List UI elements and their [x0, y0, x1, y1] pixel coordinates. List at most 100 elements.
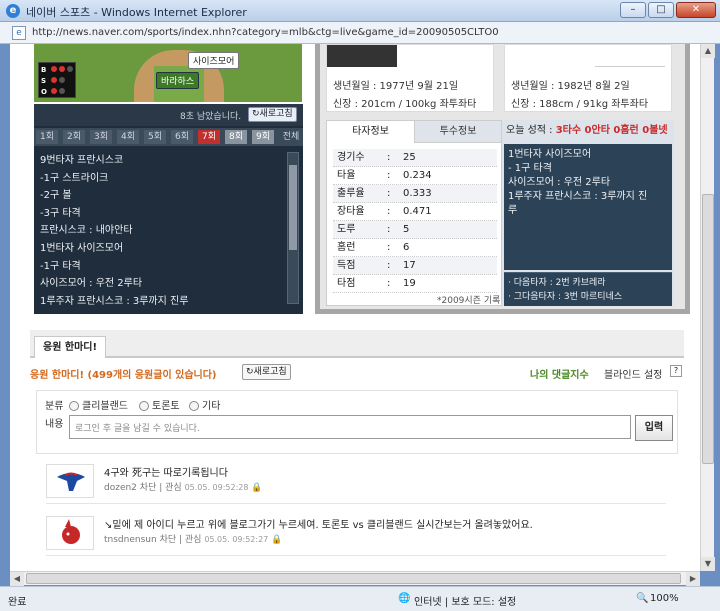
pbp-line: 9번타자 프란시스코: [40, 155, 124, 166]
today-line: 루: [508, 205, 518, 216]
player-photo: [595, 45, 665, 67]
pbp-line: -2구 볼: [40, 190, 72, 202]
bio-card-right: 생년월일 : 1982년 8월 2일 신장 : 188cm / 91kg 좌투좌…: [504, 44, 672, 112]
today-label: 오늘 성적 :: [506, 125, 556, 136]
tab-inning-9[interactable]: 9회: [252, 130, 274, 144]
tab-inning-5[interactable]: 5회: [144, 130, 166, 144]
radio-circle-icon[interactable]: [139, 401, 149, 411]
timer-text: 8초 남았습니다.: [180, 112, 242, 122]
security-zone[interactable]: 인터넷 | 보호 모드: 설정: [414, 593, 516, 608]
bio-body: 신장 : 188cm / 91kg 좌투좌타: [511, 99, 649, 110]
url-text[interactable]: http://news.naver.com/sports/index.nhn?c…: [32, 27, 499, 38]
my-comments-link[interactable]: 나의 댓글지수: [530, 366, 589, 381]
pbp-scroll-thumb[interactable]: [289, 165, 297, 250]
refresh-label: 새로고침: [259, 109, 293, 119]
like-link[interactable]: 관심: [165, 483, 182, 493]
pbp-scrollbar[interactable]: [287, 152, 299, 304]
tab-inning-2[interactable]: 2회: [63, 130, 85, 144]
like-link[interactable]: 관심: [185, 535, 202, 545]
maximize-button[interactable]: □: [648, 2, 674, 18]
tab-batting[interactable]: 타자정보: [327, 121, 415, 143]
radio-circle-icon[interactable]: [189, 401, 199, 411]
stat-row: 출루율:0.333: [333, 185, 497, 203]
next-batter: · 다음타자 : 2번 카브레라: [508, 278, 606, 288]
inning-tabs: 1회 2회 3회 4회 5회 6회 7회 8회 9회 전체: [34, 128, 303, 146]
address-bar[interactable]: e http://news.naver.com/sports/index.nhn…: [0, 22, 720, 44]
bso-board: B S O: [38, 62, 76, 98]
block-link[interactable]: 차단: [160, 535, 177, 545]
page-icon: e: [12, 26, 26, 40]
tab-inning-1[interactable]: 1회: [36, 130, 58, 144]
stat-row: 득점:17: [333, 257, 497, 275]
window-title: 네이버 스포츠 - Windows Internet Explorer: [26, 6, 247, 19]
today-line: 1루주자 프란시스코 : 3루까지 진: [508, 191, 648, 202]
pbp-line: 1번타자 사이즈모어: [40, 242, 124, 254]
radio-other[interactable]: 기타: [189, 397, 220, 412]
help-icon[interactable]: ?: [670, 365, 682, 377]
comment-item: 4구와 死구는 따로기록됩니다 dozen2 차단 | 관심 05.05. 09…: [46, 460, 666, 504]
radio-label: 토론토: [152, 401, 180, 412]
close-button[interactable]: ✕: [676, 2, 716, 18]
tab-inning-4[interactable]: 4회: [117, 130, 139, 144]
scroll-up-icon[interactable]: ▲: [701, 44, 715, 58]
pbp-line: 1루주자 프란시스코 : 3루까지 진루: [40, 295, 189, 307]
scroll-down-icon[interactable]: ▼: [701, 557, 715, 571]
bso-s-label: S: [41, 77, 47, 85]
tab-inning-7[interactable]: 7회: [198, 130, 220, 144]
comment-text: ↘밑에 제 아이디 누르고 위에 블로그가기 누르세여. 토론토 vs 클리블랜…: [104, 520, 533, 531]
runner-tag: 사이즈모어: [188, 52, 240, 69]
vertical-scroll-thumb[interactable]: [702, 194, 714, 464]
strike-dot: [51, 77, 57, 83]
radio-toronto[interactable]: 토론토: [139, 397, 180, 412]
cheer-tab-bar: 응원 한마디!: [30, 330, 684, 358]
comment-meta: tnsdnensun 차단 | 관심 05.05. 09:52:27 🔒: [104, 535, 283, 545]
comment-time: 05.05. 09:52:27: [204, 535, 269, 544]
bio-body: 신장 : 201cm / 100kg 좌투좌타: [333, 99, 477, 110]
bio-birth: 생년월일 : 1982년 8월 2일: [511, 81, 630, 92]
zoom-level[interactable]: 100%: [650, 593, 679, 604]
live-refresh-button[interactable]: ↻새로고침: [248, 107, 297, 122]
horizontal-scrollbar[interactable]: ◀ ▶: [10, 571, 700, 586]
comment-input[interactable]: 로그인 후 글을 남길 수 있습니다.: [69, 415, 631, 439]
cheer-title: 응원 한마디! (499개의 응원글이 있습니다): [30, 370, 217, 381]
bso-b-label: B: [41, 66, 47, 74]
batter-tag: 바라하스: [156, 72, 200, 89]
tab-inning-3[interactable]: 3회: [90, 130, 112, 144]
out-dot: [59, 88, 65, 94]
minimize-button[interactable]: –: [620, 2, 646, 18]
scroll-left-icon[interactable]: ◀: [10, 572, 24, 586]
page-viewport: B S O 사이즈모어 바라하스 생년월일 : 1977년 9월 21일 신장 …: [10, 44, 700, 571]
tab-pitching[interactable]: 투수정보: [415, 121, 501, 143]
out-dot: [51, 88, 57, 94]
block-link[interactable]: 차단: [140, 483, 157, 493]
today-line: 1번타자 사이즈모어: [508, 149, 592, 160]
play-by-play-list: 9번타자 프란시스코 -1구 스트라이크 -2구 볼 -3구 타격 프란시스코 …: [40, 152, 280, 310]
stats-panel: 타자정보 투수정보 경기수:25 타율:0.234 출루율:0.333 장타율:…: [326, 120, 502, 306]
comment-meta: dozen2 차단 | 관심 05.05. 09:52:28 🔒: [104, 483, 263, 493]
tab-inning-all[interactable]: 전체: [279, 130, 303, 144]
cleveland-logo-icon: [46, 516, 94, 550]
ball-dot: [51, 66, 57, 72]
title-bar: e 네이버 스포츠 - Windows Internet Explorer – …: [0, 0, 720, 22]
comment-user[interactable]: tnsdnensun: [104, 535, 157, 545]
tab-inning-6[interactable]: 6회: [171, 130, 193, 144]
stat-row: 도루:5: [333, 221, 497, 239]
horizontal-scroll-thumb[interactable]: [26, 573, 681, 584]
submit-button[interactable]: 입력: [635, 415, 673, 441]
next-next-batter: · 그다음타자 : 3번 마르티네스: [508, 292, 623, 302]
today-line: 사이즈모어 : 우전 2루타: [508, 177, 611, 188]
cheer-refresh-button[interactable]: ↻새로고침: [242, 364, 291, 380]
scroll-right-icon[interactable]: ▶: [686, 572, 700, 586]
comment-user[interactable]: dozen2: [104, 483, 137, 493]
bso-o-label: O: [41, 88, 47, 96]
radio-circle-icon[interactable]: [69, 401, 79, 411]
vertical-scrollbar[interactable]: ▲ ▼: [700, 44, 715, 571]
stat-row: 경기수:25: [333, 149, 497, 167]
timer-bar: 8초 남았습니다. ↻새로고침: [34, 104, 303, 126]
tab-inning-8[interactable]: 8회: [225, 130, 247, 144]
tab-cheer[interactable]: 응원 한마디!: [34, 336, 107, 358]
today-log: 1번타자 사이즈모어 - 1구 타격 사이즈모어 : 우전 2루타 1루주자 프…: [504, 144, 672, 270]
next-batters: · 다음타자 : 2번 카브레라 · 그다음타자 : 3번 마르티네스: [504, 272, 672, 306]
blind-settings-link[interactable]: 블라인드 설정: [604, 366, 662, 381]
radio-cleveland[interactable]: 클리블랜드: [69, 397, 128, 412]
